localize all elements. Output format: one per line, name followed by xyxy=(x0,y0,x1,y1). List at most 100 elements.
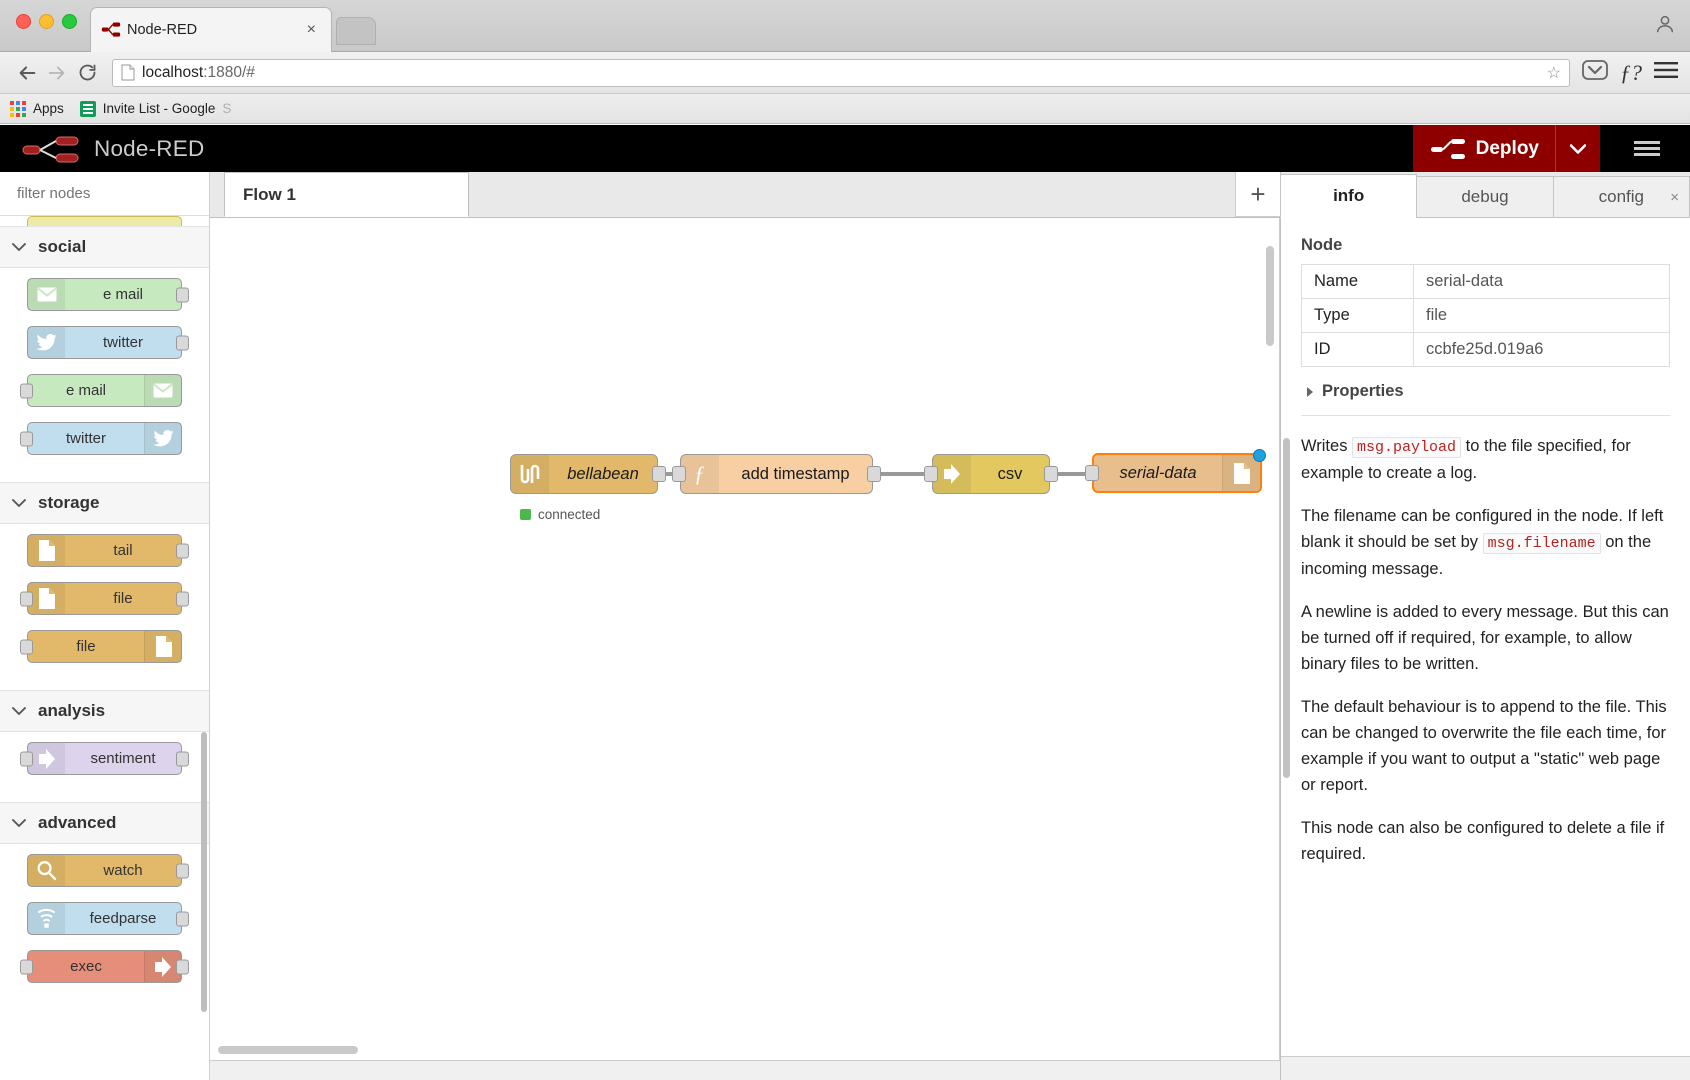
bookmark-invite-list-label: Invite List - Google xyxy=(102,101,216,116)
properties-toggle[interactable]: Properties xyxy=(1307,382,1670,401)
output-port[interactable] xyxy=(176,543,189,558)
palette-node-partial-top[interactable] xyxy=(27,216,182,226)
flow-node-label: add timestamp xyxy=(741,464,850,483)
function-icon: ƒ xyxy=(681,455,719,493)
output-port[interactable] xyxy=(176,959,189,974)
palette-node-file-out[interactable]: file xyxy=(20,630,182,663)
flow-node-label: bellabean xyxy=(567,464,639,483)
output-port[interactable] xyxy=(176,863,189,878)
chevron-right-icon xyxy=(1307,386,1313,397)
palette-node-email-in[interactable]: e mail xyxy=(27,278,189,311)
chevron-down-icon xyxy=(12,818,26,827)
flow-node-serial-data[interactable]: serial-data xyxy=(1085,449,1266,493)
filter-nodes-input[interactable] xyxy=(17,185,216,202)
flow-canvas[interactable]: bellabean connected ƒ add timestamp csv … xyxy=(210,218,1280,1060)
close-icon[interactable]: × xyxy=(1670,189,1679,206)
tab-config[interactable]: config × xyxy=(1552,176,1690,218)
browser-tabstrip: Node-RED × xyxy=(0,0,1690,52)
input-port[interactable] xyxy=(20,591,33,606)
palette-node-watch[interactable]: watch xyxy=(27,854,189,887)
input-port[interactable] xyxy=(672,466,686,482)
browser-tab[interactable]: Node-RED × xyxy=(90,7,332,52)
sidebar-footer xyxy=(1281,1056,1690,1080)
back-button[interactable] xyxy=(12,58,42,88)
palette-category-social-label: social xyxy=(38,237,87,256)
new-tab-button[interactable] xyxy=(336,17,376,45)
palette-category-analysis-label: analysis xyxy=(38,701,106,720)
input-port[interactable] xyxy=(20,431,33,446)
input-port[interactable] xyxy=(924,466,938,482)
input-port[interactable] xyxy=(1085,465,1099,481)
tab-debug[interactable]: debug xyxy=(1416,176,1554,218)
output-port[interactable] xyxy=(176,751,189,766)
palette-scrollbar[interactable] xyxy=(201,732,207,1012)
reload-button[interactable] xyxy=(72,58,102,88)
sidebar-scrollbar[interactable] xyxy=(1283,438,1290,778)
canvas-horizontal-scrollbar[interactable] xyxy=(218,1046,358,1054)
output-port[interactable] xyxy=(176,591,189,606)
flow-node-label: csv xyxy=(997,464,1023,483)
bookmark-invite-list[interactable]: Invite List - Google S xyxy=(79,100,231,117)
palette-node-email-out[interactable]: e mail xyxy=(20,374,182,407)
input-port[interactable] xyxy=(20,959,33,974)
canvas-vertical-scrollbar[interactable] xyxy=(1266,246,1274,346)
node-info-value: ccbfe25d.019a6 xyxy=(1413,332,1670,367)
main-menu-button[interactable] xyxy=(1624,125,1670,172)
pocket-icon[interactable] xyxy=(1582,60,1608,85)
extension-fx-icon[interactable]: ƒ? xyxy=(1620,60,1642,86)
flow-tab-flow1[interactable]: Flow 1 xyxy=(224,172,469,217)
palette-category-social[interactable]: social xyxy=(0,226,209,268)
magnifier-icon xyxy=(28,855,65,886)
palette-category-analysis-nodes: sentiment xyxy=(0,732,209,802)
close-window-button[interactable] xyxy=(16,14,31,29)
address-bar[interactable]: localhost:1880/# ☆ xyxy=(112,58,1570,87)
palette-category-storage[interactable]: storage xyxy=(0,482,209,524)
rss-icon xyxy=(28,903,65,934)
palette-node-label: e mail xyxy=(102,286,143,303)
flow-node-csv[interactable]: csv xyxy=(924,454,1058,494)
table-row: Type file xyxy=(1301,298,1670,333)
input-port[interactable] xyxy=(20,383,33,398)
browser-menu-icon[interactable] xyxy=(1654,60,1678,85)
output-port[interactable] xyxy=(1044,466,1058,482)
output-port[interactable] xyxy=(176,335,189,350)
palette-node-twitter-out[interactable]: twitter xyxy=(20,422,182,455)
palette-search[interactable] xyxy=(0,172,216,216)
input-port[interactable] xyxy=(20,639,33,654)
profile-icon[interactable] xyxy=(1654,13,1676,35)
envelope-glyph-icon xyxy=(36,287,57,302)
minimize-window-button[interactable] xyxy=(39,14,54,29)
flow-node-add-timestamp[interactable]: ƒ add timestamp xyxy=(672,454,881,494)
arrow-left-icon xyxy=(19,65,36,80)
input-port[interactable] xyxy=(20,751,33,766)
deploy-dropdown-button[interactable] xyxy=(1555,125,1600,172)
browser-window: Node-RED × localhost:1880/# ☆ ƒ? Apps In… xyxy=(0,0,1690,1080)
palette-node-tail[interactable]: tail xyxy=(27,534,189,567)
palette-category-advanced[interactable]: advanced xyxy=(0,802,209,844)
palette-node-twitter-in[interactable]: twitter xyxy=(27,326,189,359)
palette-node-exec[interactable]: exec xyxy=(20,950,189,983)
status-dot-icon xyxy=(520,509,531,520)
palette-node-sentiment[interactable]: sentiment xyxy=(20,742,189,775)
table-row: ID ccbfe25d.019a6 xyxy=(1301,332,1670,367)
info-sidebar: info debug config × Node Name serial-dat… xyxy=(1280,172,1690,1080)
twitter-bird-icon xyxy=(36,334,57,351)
output-port[interactable] xyxy=(176,911,189,926)
add-flow-button[interactable]: + xyxy=(1235,172,1280,217)
bookmark-star-icon[interactable]: ☆ xyxy=(1547,63,1561,83)
flow-node-bellabean[interactable]: bellabean xyxy=(510,454,666,494)
deploy-button[interactable]: Deploy xyxy=(1412,125,1600,172)
forward-button[interactable] xyxy=(42,58,72,88)
maximize-window-button[interactable] xyxy=(62,14,77,29)
output-port[interactable] xyxy=(652,466,666,482)
output-port[interactable] xyxy=(867,466,881,482)
tab-close-icon[interactable]: × xyxy=(302,22,321,38)
palette-node-feedparse[interactable]: feedparse xyxy=(27,902,189,935)
palette-node-file-both[interactable]: file xyxy=(20,582,189,615)
bookmark-apps[interactable]: Apps xyxy=(10,100,64,117)
node-help-text: Writes msg.payload to the file specified… xyxy=(1301,433,1670,867)
palette-category-storage-nodes: tail file file xyxy=(0,524,209,690)
tab-info[interactable]: info xyxy=(1280,174,1418,218)
output-port[interactable] xyxy=(176,287,189,302)
palette-category-analysis[interactable]: analysis xyxy=(0,690,209,732)
